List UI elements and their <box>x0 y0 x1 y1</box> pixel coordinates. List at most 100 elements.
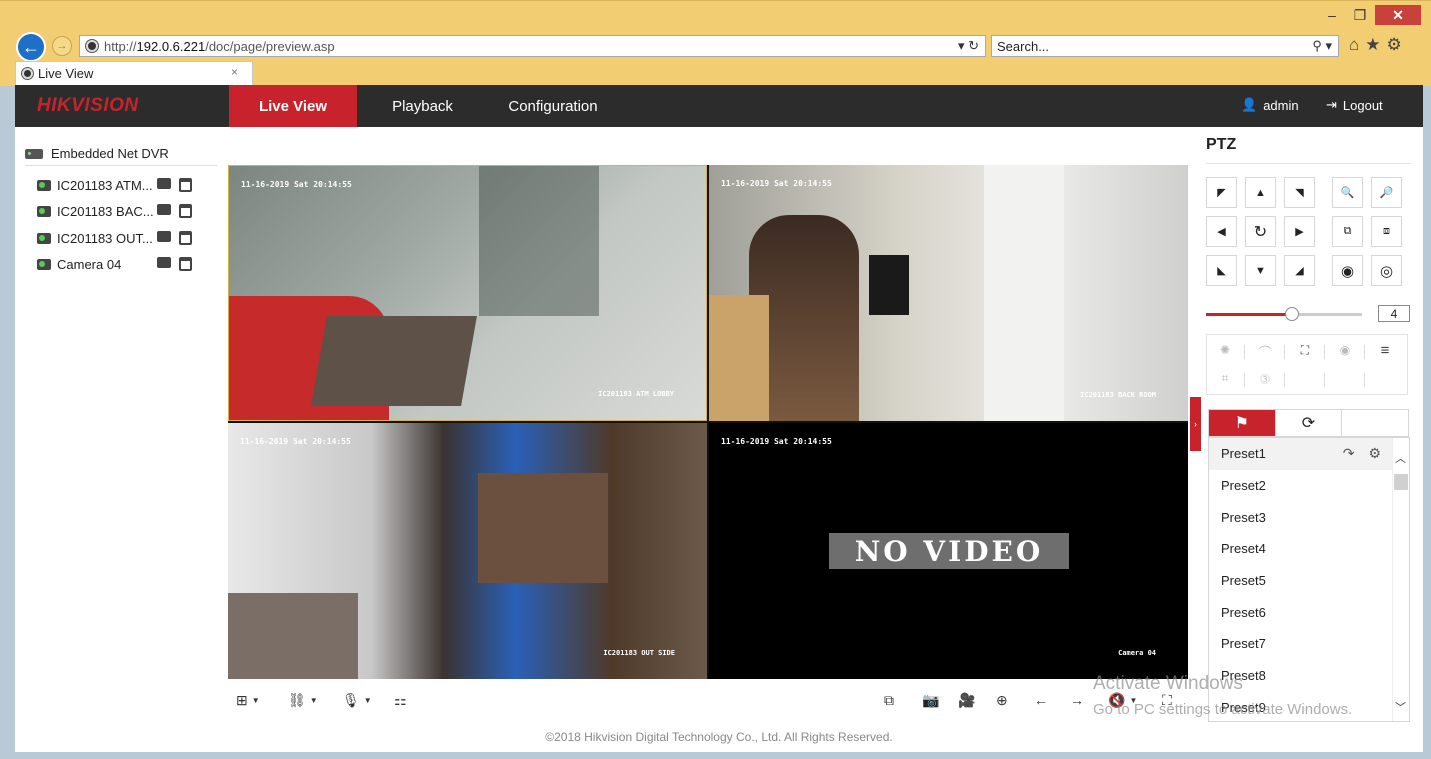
layout-button[interactable]: ⊞ ▼ <box>236 690 260 710</box>
aux-focus-icon[interactable]: ⛶ <box>1295 343 1315 358</box>
chevron-down-icon: ▼ <box>251 695 260 705</box>
record-icon[interactable] <box>157 178 171 189</box>
device-tree-root[interactable]: Embedded Net DVR <box>25 142 217 166</box>
slider-handle[interactable] <box>1284 307 1299 321</box>
close-window-button[interactable]: ✕ <box>1375 5 1421 25</box>
ptz-right-button[interactable]: ▶ <box>1284 216 1315 247</box>
manual-track-icon[interactable]: ⌗ <box>1215 371 1235 386</box>
ptz-up-right-button[interactable]: ◥ <box>1284 177 1315 208</box>
3d-zoom-icon[interactable]: ⓷ <box>1255 371 1275 386</box>
ptz-up-left-button[interactable]: ◤ <box>1206 177 1237 208</box>
ptz-icon[interactable] <box>179 231 192 245</box>
preset-item[interactable]: Preset5 <box>1209 565 1409 597</box>
ptz-icon[interactable] <box>179 178 192 192</box>
wiper-icon[interactable]: ⌒ <box>1255 343 1275 360</box>
browser-tab[interactable]: Live View × <box>15 61 253 85</box>
focus-far-button[interactable]: ⧈ <box>1371 216 1402 247</box>
zoom-in-button[interactable]: 🔎 <box>1371 177 1402 208</box>
zoom-button[interactable]: ⊕ <box>996 690 1008 710</box>
prev-page-button[interactable]: ← <box>1034 690 1048 710</box>
favorites-icon[interactable]: ★ <box>1365 35 1380 55</box>
menu-icon[interactable]: ≡ <box>1375 342 1395 359</box>
collapse-panel-button[interactable]: › <box>1190 397 1201 451</box>
split-button[interactable]: ⚏ <box>394 690 407 710</box>
camera-name: IC201183 ATM... <box>57 177 153 193</box>
capture-button[interactable]: 📷 <box>922 690 939 710</box>
light-icon[interactable]: ✺ <box>1215 343 1235 357</box>
device-name: Embedded Net DVR <box>51 146 169 161</box>
record-icon[interactable] <box>157 231 171 242</box>
search-icon[interactable]: ⚲ ▾ <box>1312 38 1332 54</box>
search-box[interactable]: Search... ⚲ ▾ <box>991 35 1339 57</box>
record-icon[interactable] <box>157 204 171 215</box>
video-tile[interactable]: 11-16-2019 Sat 20:14:55 IC201183 BACK RO… <box>709 165 1188 421</box>
chevron-down-icon[interactable]: ﹀ <box>1395 699 1406 715</box>
next-page-button[interactable]: → <box>1070 690 1084 710</box>
ptz-left-button[interactable]: ◀ <box>1206 216 1237 247</box>
talk-button[interactable]: 🎙 ▼ <box>342 690 372 710</box>
video-tile[interactable]: 11-16-2019 Sat 20:14:55 IC201183 ATM LOB… <box>228 165 707 421</box>
arrow-down-right-icon: ◢ <box>1295 265 1304 277</box>
forward-button[interactable]: → <box>52 36 72 56</box>
camera-item[interactable]: Camera 04 <box>37 254 207 274</box>
ptz-up-button[interactable]: ▲ <box>1245 177 1276 208</box>
url-path: /doc/page/preview.asp <box>205 38 335 54</box>
tab-patrol[interactable]: ⟳ <box>1276 410 1343 436</box>
logout-button[interactable]: ⇥ Logout <box>1326 97 1383 113</box>
cardboard-box <box>709 295 769 421</box>
preset-item[interactable]: Preset6 <box>1209 596 1409 628</box>
iris-close-button[interactable]: ◉ <box>1332 255 1363 286</box>
nav-playback[interactable]: Playback <box>375 85 470 127</box>
ptz-auto-button[interactable]: ↻ <box>1245 216 1276 247</box>
tab-pattern[interactable] <box>1342 410 1408 436</box>
ptz-speed-slider[interactable] <box>1206 307 1362 321</box>
scrollbar-thumb[interactable] <box>1394 474 1408 490</box>
stream-button[interactable]: ⛓ ▼ <box>288 690 318 710</box>
preset-item[interactable]: Preset2 <box>1209 470 1409 502</box>
arrow-left-icon: ◀ <box>1217 226 1226 238</box>
preset-item[interactable]: Preset7 <box>1209 628 1409 660</box>
gear-icon[interactable]: ⚙ <box>1368 445 1381 462</box>
ptz-down-right-button[interactable]: ◢ <box>1284 255 1315 286</box>
camera-item[interactable]: IC201183 OUT... <box>37 228 207 248</box>
ptz-down-left-button[interactable]: ◣ <box>1206 255 1237 286</box>
home-icon[interactable]: ⌂ <box>1349 35 1359 55</box>
video-tile[interactable]: 11-16-2019 Sat 20:14:55 NO VIDEO Camera … <box>709 423 1188 679</box>
preset-item[interactable]: Preset1 ↷ ⚙ <box>1209 438 1409 470</box>
video-tile[interactable]: 11-16-2019 Sat 20:14:55 IC201183 OUT SID… <box>228 423 707 679</box>
record-button[interactable]: 🎥 <box>958 690 975 710</box>
settings-icon[interactable]: ⚙ <box>1387 35 1402 55</box>
chevron-up-icon[interactable]: ︿ <box>1395 450 1406 466</box>
lens-init-icon[interactable]: ◉ <box>1335 343 1355 357</box>
user-menu[interactable]: 👤 admin <box>1241 97 1299 113</box>
camera-item[interactable]: IC201183 ATM... <box>37 175 207 195</box>
stop-all-button[interactable]: ⧉ <box>884 690 894 710</box>
focus-near-button[interactable]: ⧉ <box>1332 216 1363 247</box>
back-button[interactable]: ← <box>16 32 46 62</box>
aux-function-panel: ✺ ⌒ ⛶ ◉ ≡ ⌗ ⓷ <box>1206 334 1408 395</box>
nav-configuration[interactable]: Configuration <box>493 85 613 127</box>
ptz-icon[interactable] <box>179 204 192 218</box>
preset-item[interactable]: Preset3 <box>1209 501 1409 533</box>
tab-presets[interactable]: ⚑ <box>1209 410 1276 436</box>
nav-live-view[interactable]: Live View <box>229 85 357 127</box>
ptz-icon[interactable] <box>179 257 192 271</box>
minimize-button[interactable]: – <box>1319 5 1345 25</box>
tab-close-icon[interactable]: × <box>231 65 238 79</box>
camera-icon <box>37 232 51 244</box>
refresh-button[interactable]: ▾ ↻ <box>958 38 979 54</box>
iris-open-button[interactable]: ◎ <box>1371 255 1402 286</box>
video-toolbar: ⊞ ▼ ⛓ ▼ 🎙 ▼ ⚏ ⧉ 📷 🎥 ⊕ ← → 🔇 ▼ ⛶ <box>228 682 1188 718</box>
arrow-right-icon: ▶ <box>1295 226 1304 238</box>
call-preset-icon[interactable]: ↷ <box>1343 445 1355 462</box>
address-bar[interactable]: http://192.0.6.221/doc/page/preview.asp … <box>79 35 986 57</box>
ptz-down-button[interactable]: ▼ <box>1245 255 1276 286</box>
preset-scrollbar[interactable]: ︿ ﹀ <box>1392 438 1409 721</box>
zoom-out-button[interactable]: 🔍 <box>1332 177 1363 208</box>
maximize-button[interactable]: ❐ <box>1347 5 1373 25</box>
dvr-icon <box>25 148 43 159</box>
preset-item[interactable]: Preset4 <box>1209 533 1409 565</box>
record-icon[interactable] <box>157 257 171 268</box>
wood-panel <box>478 473 608 583</box>
camera-item[interactable]: IC201183 BAC... <box>37 201 207 221</box>
